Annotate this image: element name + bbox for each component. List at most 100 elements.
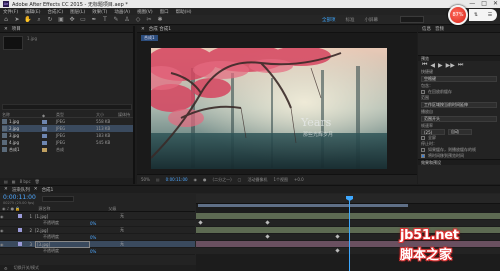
parent-select[interactable]: 无 (120, 213, 140, 219)
property-row[interactable]: 不透明度 0% (0, 248, 195, 255)
col-type[interactable]: 类型 (56, 112, 96, 118)
layer-name[interactable]: [3.jpg] (35, 240, 90, 248)
project-tab[interactable]: ✕ 项目 (0, 26, 133, 33)
menu-item[interactable]: 动画(A) (114, 9, 130, 15)
comp-flowchart-icon[interactable]: ⚙ (4, 266, 8, 271)
new-folder-icon[interactable]: ▤ (4, 179, 8, 184)
toggle-switches-button[interactable]: 切换开关/模式 (14, 265, 39, 271)
move-time-checkbox[interactable] (421, 154, 425, 158)
layer-row[interactable]: ◉ 3 [3.jpg] 无 (0, 240, 195, 248)
layer-name[interactable]: 不透明度 (35, 248, 90, 254)
brush-icon[interactable]: ✎ (113, 16, 119, 23)
camera-select[interactable]: 活动摄像机 (247, 177, 267, 183)
exposure-value[interactable]: +0.0 (294, 177, 304, 182)
last-frame-icon[interactable]: ⏭ (458, 61, 463, 69)
if-cache-checkbox[interactable] (421, 148, 425, 152)
layer-row[interactable]: ◉ 2 [2.jpg] 无 (0, 227, 195, 234)
cache-checkbox[interactable] (421, 90, 425, 94)
layer-row[interactable]: ◉ 1 [1.jpg] 无 (0, 213, 195, 220)
grid-icon[interactable]: ▦ (156, 177, 160, 182)
col-parent[interactable]: 父级 (108, 206, 116, 212)
pan-icon[interactable]: ✥ (69, 16, 75, 23)
visibility-icon[interactable]: ◉ (0, 228, 16, 233)
close-icon[interactable]: ✕ (34, 187, 38, 192)
layer-name[interactable]: [2.jpg] (35, 228, 90, 233)
project-search-input[interactable] (2, 104, 132, 110)
shortcut-select[interactable]: 空格键 (421, 76, 497, 82)
label-color-swatch[interactable] (42, 126, 47, 131)
snapshot-icon[interactable]: ◉ (194, 177, 198, 182)
play-from-select[interactable]: 范围开头 (421, 116, 497, 122)
label-color-swatch[interactable] (42, 119, 47, 124)
visibility-icon[interactable]: ◉ (0, 242, 16, 247)
col-media[interactable]: 媒体持 (118, 112, 133, 118)
fullscreen-checkbox[interactable] (421, 136, 425, 140)
maximize-button[interactable]: □ (481, 0, 487, 8)
parent-select[interactable]: 无 (120, 241, 140, 247)
label-color-swatch[interactable] (42, 147, 47, 152)
menu-item[interactable]: 效果(T) (92, 9, 107, 15)
stamp-icon[interactable]: ♙ (124, 16, 130, 23)
views-select[interactable]: 1个视图 (273, 177, 288, 183)
bpc-label[interactable]: 8 bpc (20, 179, 31, 184)
project-row[interactable]: 1.jpg JPEG 558 KB (2, 118, 133, 125)
roi-icon[interactable]: ▢ (238, 177, 242, 182)
layer-name[interactable]: [1.jpg] (35, 214, 90, 219)
next-frame-icon[interactable]: ▶▶ (446, 62, 455, 69)
channel-icon[interactable]: ● (203, 177, 207, 182)
home-icon[interactable]: ⌂ (3, 16, 9, 23)
layer-name[interactable]: 不透明度 (35, 234, 90, 240)
prev-frame-icon[interactable]: ◀ (430, 62, 435, 69)
col-source-name[interactable]: 源名称 (38, 206, 50, 212)
col-size[interactable]: 大小 (96, 112, 118, 118)
menu-item[interactable]: 视图(V) (137, 9, 153, 15)
hand-icon[interactable]: ✋ (24, 16, 31, 23)
tab-audio[interactable]: 音频 (435, 26, 444, 32)
range-select[interactable]: 工作区域按当前时间延伸 (421, 102, 497, 108)
resolution-select[interactable]: (二分之一) (213, 177, 232, 183)
zoom-icon[interactable]: ⌕ (36, 16, 42, 23)
tab-info[interactable]: 信息 (422, 26, 431, 32)
parent-select[interactable]: 无 (120, 227, 140, 233)
comp-navigator-label[interactable]: 合成1 (141, 35, 158, 41)
workspace-tab-standard[interactable]: 标准 (346, 17, 355, 23)
close-icon[interactable]: ✕ (141, 27, 145, 32)
visibility-icon[interactable]: ◉ (0, 214, 16, 219)
trash-icon[interactable]: 🗑 (35, 179, 40, 184)
close-icon[interactable]: ✕ (4, 27, 8, 32)
rect-icon[interactable]: ▭ (80, 16, 86, 23)
property-row[interactable]: 不透明度 0% (0, 220, 195, 227)
close-button[interactable]: ✕ (493, 0, 498, 8)
property-row[interactable]: 不透明度 0% (0, 234, 195, 241)
resolution-select-rp[interactable]: 自动 (448, 129, 472, 135)
property-value[interactable]: 0% (90, 249, 120, 254)
menu-item[interactable]: 窗口 (160, 9, 169, 15)
playhead-line[interactable] (349, 196, 350, 271)
timeline-search-input[interactable] (42, 196, 74, 202)
workspace-tab-all[interactable]: 全部项 (322, 17, 336, 23)
timeline-timecode[interactable]: 0:00:11:00 (3, 194, 36, 201)
menu-item[interactable]: 编辑(E) (25, 9, 40, 15)
menu-item[interactable]: 帮助(H) (176, 9, 192, 15)
layer-color-swatch[interactable] (18, 214, 22, 218)
composition-tab[interactable]: ✕ 合成 合成1 (137, 26, 417, 33)
layer-name[interactable]: 不透明度 (35, 220, 90, 226)
cpu-usage-badge[interactable]: 87% (448, 5, 468, 25)
layer-color-swatch[interactable] (18, 228, 22, 232)
work-area-bar[interactable] (198, 204, 408, 207)
project-row[interactable]: 2.jpg JPEG 113 KB (2, 125, 133, 132)
rotate-icon[interactable]: ↻ (47, 16, 53, 23)
minimize-button[interactable]: — (469, 0, 475, 8)
help-search-input[interactable] (400, 16, 424, 23)
new-comp-icon[interactable]: ▦ (12, 179, 16, 184)
label-color-swatch[interactable] (42, 133, 47, 138)
layer-bar-1[interactable] (196, 213, 500, 219)
cpu-widget-panel[interactable]: ⇅ ☰ (469, 9, 497, 21)
project-row[interactable]: 3.jpg JPEG 183 KB (2, 132, 133, 139)
puppet-icon[interactable]: ✱ (157, 16, 163, 23)
tab-render-queue[interactable]: 渲染队列 (12, 187, 30, 193)
layer-color-swatch[interactable] (18, 242, 22, 246)
menu-item[interactable]: 文件(F) (3, 9, 18, 15)
project-row[interactable]: 合成1 合成 (2, 146, 133, 153)
menu-item[interactable]: 合成(C) (47, 9, 63, 15)
